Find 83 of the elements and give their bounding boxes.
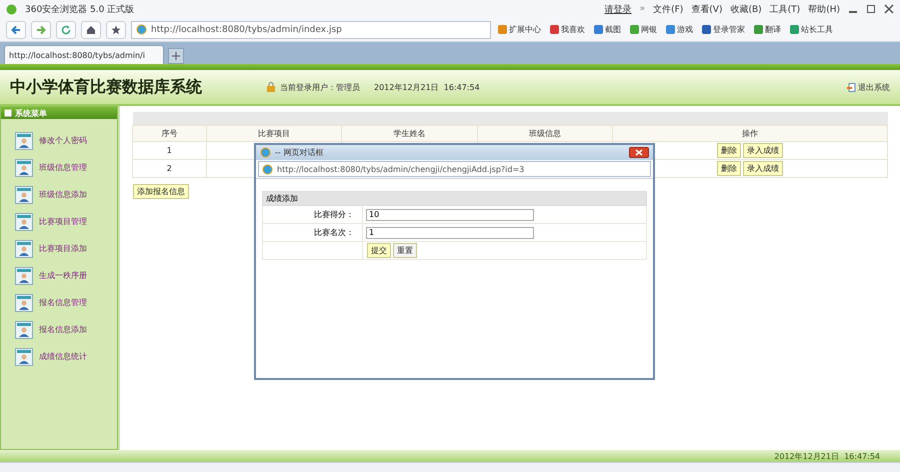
menu-item[interactable]: 收藏(B) [730, 2, 762, 16]
star-icon[interactable] [111, 24, 121, 34]
extension-button[interactable]: 扩展中心 [496, 24, 543, 35]
login-link[interactable]: 请登录 [604, 2, 632, 16]
person-card-icon [15, 320, 33, 338]
close-icon[interactable] [884, 4, 894, 14]
footer-datetime: 2012年12月21日 16:47:54 [774, 450, 880, 462]
sidebar-item[interactable]: 比赛项目添加 [1, 235, 117, 262]
row-action-button[interactable]: 删除 [717, 142, 742, 158]
table-cell: 2 [132, 159, 206, 177]
system-title: 中小学体育比赛数据库系统 [10, 76, 202, 98]
address-field[interactable]: http://localhost:8080/tybs/admin/index.jsp [131, 20, 491, 38]
home-icon[interactable] [86, 24, 96, 34]
refresh-icon[interactable] [61, 24, 71, 34]
person-card-icon [15, 132, 33, 150]
current-user: 当前登录用户：管理员 [280, 82, 360, 92]
dialog-title: -- 网页对话框 [275, 147, 324, 158]
current-datetime: 2012年12月21日 16:47:54 [374, 82, 480, 92]
extension-button[interactable]: 游戏 [664, 24, 695, 35]
logout-link[interactable]: 退出系统 [858, 82, 890, 92]
forward-button[interactable] [31, 20, 51, 38]
forward-icon[interactable] [36, 24, 46, 34]
browser-icon [262, 164, 273, 174]
refresh-button[interactable] [56, 20, 76, 38]
extension-button[interactable]: 登录管家 [700, 24, 747, 35]
favorite-button[interactable] [106, 20, 126, 38]
sidebar-item[interactable]: 班级信息管理 [1, 154, 117, 181]
sidebar-item[interactable]: 报名信息管理 [1, 289, 117, 316]
menu-item[interactable]: 文件(F) [653, 2, 684, 16]
person-card-icon [15, 266, 33, 284]
menu-item[interactable]: 帮助(H) [808, 2, 840, 16]
person-card-icon [15, 212, 33, 230]
extension-button[interactable]: 网银 [628, 24, 659, 35]
extension-button[interactable]: 站长工具 [788, 24, 835, 35]
sidebar-item[interactable]: 成绩信息统计 [1, 343, 117, 370]
row-action-button[interactable]: 删除 [717, 160, 742, 176]
menu-item[interactable]: 工具(T) [770, 2, 800, 16]
page-icon [260, 147, 271, 158]
home-button[interactable] [81, 20, 101, 38]
browser-logo-icon [6, 4, 17, 14]
column-header: 学生姓名 [342, 125, 478, 141]
dialog-close-button[interactable] [629, 147, 649, 158]
row-action-button[interactable]: 录入成绩 [743, 160, 784, 176]
column-header: 班级信息 [477, 125, 613, 141]
field-label: 比赛得分： [262, 206, 362, 224]
column-header: 序号 [132, 125, 206, 141]
lock-icon [266, 82, 276, 92]
browser-title: 360安全浏览器 5.0 正式版 [25, 4, 134, 16]
column-header: 比赛项目 [206, 125, 342, 141]
edit-icon [4, 109, 12, 117]
row-action-button[interactable]: 录入成绩 [743, 142, 784, 158]
page-icon [136, 24, 147, 35]
sidebar-item[interactable]: 报名信息添加 [1, 316, 117, 343]
form-title: 成绩添加 [262, 192, 646, 206]
extension-button[interactable]: 翻译 [752, 24, 783, 35]
extension-button[interactable]: 截图 [592, 24, 623, 35]
person-card-icon [15, 240, 33, 258]
sidebar-item[interactable]: 班级信息添加 [1, 181, 117, 208]
person-card-icon [15, 294, 33, 312]
new-tab-icon[interactable] [168, 48, 184, 64]
form-button[interactable]: 提交 [367, 243, 391, 258]
person-card-icon [15, 348, 33, 366]
add-registration-button[interactable]: 添加报名信息 [133, 184, 189, 198]
dialog-url-field: http://localhost:8080/tybs/admin/chengji/chengjiAdd.jsp?id=3 [258, 161, 651, 177]
field-label: 比赛名次： [262, 224, 362, 242]
form-button[interactable]: 重置 [393, 243, 417, 258]
sidebar-title: 系统菜单 [15, 108, 47, 118]
person-card-icon [15, 158, 33, 176]
menu-item[interactable]: 查看(V) [691, 2, 722, 16]
maximize-icon[interactable] [866, 4, 876, 14]
exit-icon [847, 82, 856, 92]
table-cell: 1 [132, 141, 206, 159]
back-icon[interactable] [11, 24, 21, 34]
sidebar-item[interactable]: 修改个人密码 [1, 127, 117, 154]
back-button[interactable] [6, 20, 26, 38]
sidebar-item[interactable]: 比赛项目管理 [1, 208, 117, 235]
input-field[interactable]: 1 [366, 226, 534, 238]
browser-tab[interactable]: http://localhost:8080/tybs/admin/i [4, 45, 164, 64]
person-card-icon [15, 186, 33, 204]
input-field[interactable]: 10 [366, 208, 534, 220]
column-header: 操作 [612, 125, 888, 141]
extension-button[interactable]: 我喜欢 [548, 24, 587, 35]
sidebar-item[interactable]: 生成一秩序册 [1, 262, 117, 289]
